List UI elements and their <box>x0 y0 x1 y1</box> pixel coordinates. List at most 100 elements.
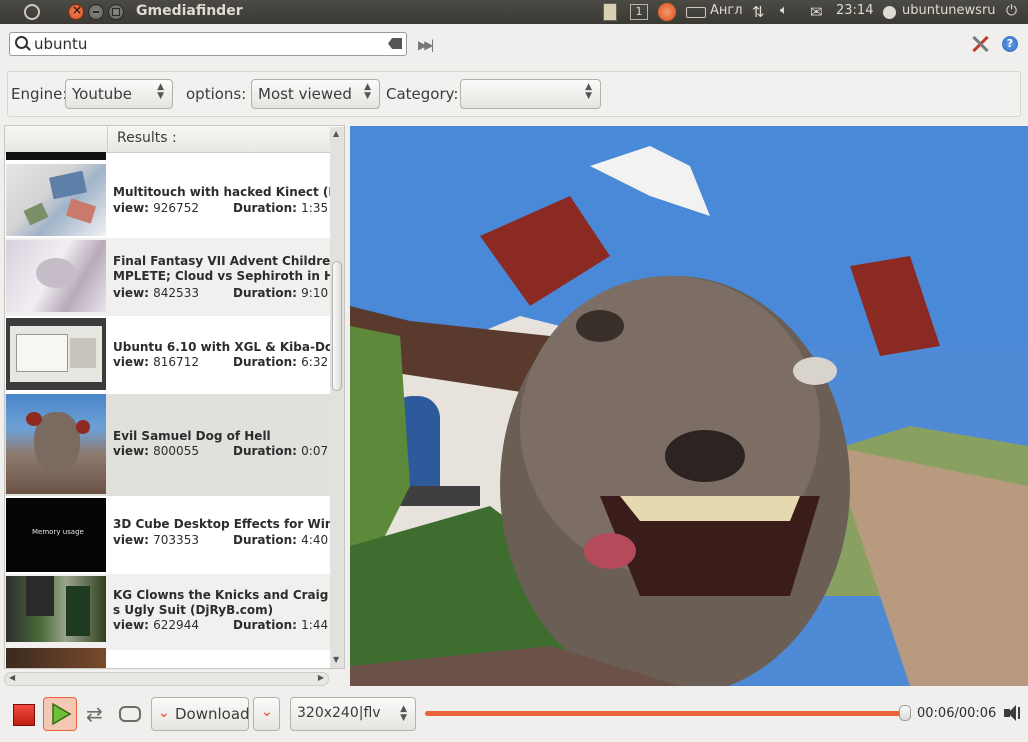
result-title: Ubuntu 6.10 with XGL & Kiba-Dock <box>113 340 345 354</box>
search-input[interactable]: ubuntu <box>34 35 87 53</box>
seek-bar[interactable] <box>425 705 911 721</box>
views-value: 800055 <box>153 444 199 458</box>
video-thumbnail <box>6 394 106 494</box>
engine-select[interactable]: Youtube ▲ ▼ <box>65 79 173 109</box>
seek-progress <box>425 711 905 716</box>
results-list[interactable]: Results : Multitouch with hacked Kinect … <box>4 125 345 669</box>
duration-value: 9:10 <box>301 286 329 300</box>
search-field[interactable]: ubuntu <box>9 32 407 56</box>
result-duration: Duration: 1:35 <box>233 201 328 215</box>
clear-search-icon[interactable] <box>388 38 402 49</box>
maximize-window-button[interactable] <box>108 4 124 20</box>
video-thumbnail: Memory usage <box>6 498 106 572</box>
power-icon[interactable]: ⏻ <box>1006 3 1017 19</box>
clock[interactable]: 23:14 <box>836 3 873 18</box>
duration-value: 4:40 <box>301 533 329 547</box>
seek-handle[interactable] <box>899 705 911 721</box>
download-button[interactable]: ⌄ Download <box>151 697 250 731</box>
close-icon: × <box>72 3 83 17</box>
views-value: 703353 <box>153 533 199 547</box>
thumbnail-partial-top <box>6 152 106 160</box>
mail-icon[interactable]: ✉ <box>810 3 823 21</box>
maximize-icon <box>112 8 120 16</box>
duration-label: Duration: <box>233 286 297 300</box>
minimize-icon <box>93 11 99 13</box>
download-options-button[interactable]: ⌄ <box>253 697 280 731</box>
list-item[interactable]: Ubuntu 6.10 with XGL & Kiba-Dock view: 8… <box>5 316 344 394</box>
ubuntu-logo-icon[interactable] <box>24 4 40 20</box>
scroll-right-icon[interactable]: ▶ <box>318 673 324 682</box>
video-player[interactable] <box>350 126 1028 686</box>
network-icon[interactable]: ⇅ <box>752 3 765 21</box>
user-name[interactable]: ubuntunewsru <box>902 3 996 18</box>
close-window-button[interactable]: × <box>68 3 84 20</box>
views-label: view: <box>113 286 149 300</box>
video-thumbnail <box>6 576 106 642</box>
scroll-down-icon[interactable]: ▼ <box>333 655 339 664</box>
shuffle-icon[interactable]: ⇄ <box>86 702 103 726</box>
play-icon <box>52 702 72 726</box>
scroll-left-icon[interactable]: ◀ <box>9 673 15 682</box>
result-duration: Duration: 1:44 <box>233 618 328 632</box>
duration-label: Duration: <box>233 618 297 632</box>
result-duration: Duration: 9:10 <box>233 286 328 300</box>
volume-button[interactable] <box>1004 703 1022 723</box>
workspace-indicator[interactable]: 1 <box>630 4 648 20</box>
list-item[interactable]: KG Clowns the Knicks and Craig Sager s U… <box>5 574 344 650</box>
keyboard-layout[interactable]: Англ <box>710 3 743 18</box>
repeat-icon[interactable] <box>119 706 141 722</box>
result-duration: Duration: 0:07 <box>233 444 328 458</box>
list-item[interactable]: Memory usage 3D Cube Desktop Effects for… <box>5 496 344 574</box>
ubuntu-one-icon[interactable] <box>658 3 676 21</box>
help-icon[interactable]: ? <box>1002 36 1018 52</box>
format-value: 320x240|flv <box>297 705 381 721</box>
result-duration: Duration: 6:32 <box>233 355 328 369</box>
results-vertical-scrollbar[interactable]: ▲ ▼ <box>330 127 344 668</box>
views-label: view: <box>113 201 149 215</box>
minimize-window-button[interactable] <box>88 4 104 20</box>
result-title: Final Fantasy VII Advent Children CO MPL… <box>113 254 344 283</box>
list-item[interactable]: Multitouch with hacked Kinect (HD) view:… <box>5 162 344 238</box>
result-title: 3D Cube Desktop Effects for Windows <box>113 517 345 531</box>
options-label: options: <box>186 85 247 103</box>
category-label: Category: <box>386 85 459 103</box>
format-select[interactable]: 320x240|flv ▲ ▼ <box>290 697 416 731</box>
download-label: Download <box>175 705 250 723</box>
engine-label: Engine: <box>11 85 68 103</box>
result-views: view: 816712 <box>113 355 199 369</box>
list-item-selected[interactable]: Evil Samuel Dog of Hell view: 800055 Dur… <box>5 394 331 496</box>
clipboard-icon[interactable] <box>603 3 617 21</box>
volume-icon[interactable]: 🔈︎ <box>780 3 788 18</box>
result-title: Evil Samuel Dog of Hell <box>113 429 271 443</box>
duration-label: Duration: <box>233 355 297 369</box>
list-item[interactable]: Final Fantasy VII Advent Children CO MPL… <box>5 238 344 316</box>
views-label: view: <box>113 618 149 632</box>
play-button[interactable] <box>43 697 77 731</box>
options-select[interactable]: Most viewed ▲ ▼ <box>251 79 380 109</box>
thumbnail-caption: Memory usage <box>32 528 84 536</box>
views-value: 816712 <box>153 355 199 369</box>
preferences-icon[interactable] <box>970 34 990 54</box>
views-label: view: <box>113 444 149 458</box>
stop-button[interactable] <box>13 704 35 726</box>
views-label: view: <box>113 355 149 369</box>
engine-value: Youtube <box>72 85 132 103</box>
views-value: 842533 <box>153 286 199 300</box>
results-horizontal-scrollbar[interactable]: ◀ ▶ <box>4 672 329 686</box>
chevron-down-icon: ⌄ <box>261 704 273 720</box>
category-select[interactable]: ▲ ▼ <box>460 79 601 109</box>
scroll-thumb[interactable] <box>332 261 342 391</box>
window-title: Gmediafinder <box>136 3 243 19</box>
result-views: view: 703353 <box>113 533 199 547</box>
views-value: 926752 <box>153 201 199 215</box>
options-value: Most viewed <box>258 85 352 103</box>
spinner-arrows-icon: ▲ ▼ <box>400 704 407 723</box>
top-panel: × Gmediafinder 1 Англ ⇅ 🔈︎ ✉ 23:14 ubunt… <box>0 0 1028 24</box>
next-page-button[interactable]: ▶▶| <box>418 38 434 52</box>
scroll-up-icon[interactable]: ▲ <box>333 129 339 138</box>
spinner-arrows-icon: ▲ ▼ <box>364 82 371 101</box>
video-thumbnail <box>6 164 106 236</box>
views-label: view: <box>113 533 149 547</box>
spinner-arrows-icon: ▲ ▼ <box>585 82 592 101</box>
result-duration: Duration: 4:40 <box>233 533 328 547</box>
